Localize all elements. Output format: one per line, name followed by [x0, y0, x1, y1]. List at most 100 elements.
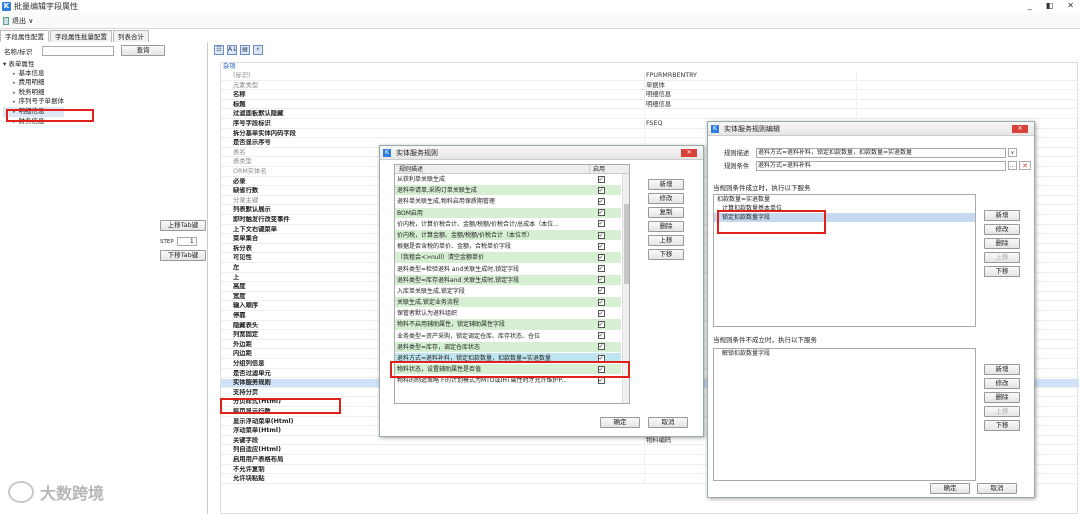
rule-desc-input[interactable]: 退料方式=退料补料，锁定扣款数量，扣款数量=实退数量	[756, 147, 1006, 158]
ok-button[interactable]: 确定	[930, 483, 970, 494]
service-item[interactable]: 解锁扣款数量字段	[714, 349, 975, 358]
chevron-down-icon[interactable]: ∨	[1008, 148, 1017, 157]
enabled-checkbox[interactable]: ✓	[597, 376, 605, 384]
rule-row[interactable]: 物料的制造策略下的计划模式为MTO或IHT属性时才允许维护P... ✓	[395, 375, 621, 387]
rules-scrollbar[interactable]	[622, 174, 629, 403]
close-icon[interactable]: ✕	[681, 149, 697, 157]
maximize-icon[interactable]: ◧	[1046, 1, 1054, 10]
categorized-icon[interactable]: ☷	[214, 45, 224, 55]
property-row[interactable]: 元素类型 单据体	[221, 81, 1079, 91]
clear-icon[interactable]: ✕	[1019, 161, 1031, 170]
enabled-checkbox[interactable]: ✓	[597, 287, 605, 295]
search-input[interactable]	[42, 45, 114, 56]
enabled-checkbox[interactable]: ✓	[597, 354, 605, 362]
enabled-checkbox[interactable]: ✓	[597, 365, 605, 373]
enabled-checkbox[interactable]: ✓	[597, 309, 605, 317]
copy-rule-button[interactable]: 复制	[648, 207, 684, 218]
true-delete-button[interactable]: 删除	[984, 238, 1020, 249]
property-pages-icon[interactable]: ▤	[240, 45, 250, 55]
rule-row[interactable]: 退料单关联生成,物料启用保质期管理 ✓	[395, 196, 621, 208]
service-item[interactable]: 扣款数量=实退数量	[714, 195, 975, 204]
close-icon[interactable]: ✕	[1012, 125, 1028, 133]
events-icon[interactable]: ⚡	[253, 45, 263, 55]
false-down-button[interactable]: 下移	[984, 420, 1020, 431]
enabled-checkbox[interactable]: ✓	[597, 321, 605, 329]
rule-row[interactable]: 关联生成,锁定业务流程 ✓	[395, 297, 621, 309]
search-button[interactable]: 查询	[121, 45, 165, 56]
false-edit-button[interactable]: 修改	[984, 378, 1020, 389]
tree-item[interactable]: 费用明细	[3, 78, 64, 88]
enabled-checkbox[interactable]: ✓	[597, 242, 605, 250]
property-value[interactable]: 单据体	[644, 81, 856, 90]
tree-item[interactable]: 税务明细	[3, 88, 64, 98]
tab-field-config[interactable]: 字段属性配置	[0, 30, 49, 42]
delete-rule-button[interactable]: 删除	[648, 221, 684, 232]
alphabetical-icon[interactable]: A↓	[227, 45, 237, 55]
enabled-checkbox[interactable]: ✓	[597, 343, 605, 351]
enabled-checkbox[interactable]: ✓	[597, 231, 605, 239]
rule-row[interactable]: 退料类型=检验退料 and关联生成时,锁定字段 ✓	[395, 263, 621, 275]
enabled-checkbox[interactable]: ✓	[597, 298, 605, 306]
property-value[interactable]	[644, 110, 856, 119]
rule-row[interactable]: 入库单关联生成,锁定字段 ✓	[395, 285, 621, 298]
rule-row[interactable]: 从获利单关联生成 ✓	[395, 174, 621, 186]
false-delete-button[interactable]: 删除	[984, 392, 1020, 403]
tree-item-selected[interactable]: 明细信息	[3, 106, 65, 117]
rule-row[interactable]: 物料状态，设置辅助属性是否值 ✓	[395, 364, 621, 376]
property-row[interactable]: 过滤面板默认隐藏	[221, 110, 1079, 120]
rule-row[interactable]: （我租会<>null）清空金额单价 ✓	[395, 252, 621, 264]
tree-item[interactable]: 财务信息	[3, 117, 64, 127]
minimize-icon[interactable]: _	[1028, 1, 1032, 10]
true-new-button[interactable]: 新增	[984, 210, 1020, 221]
move-down-button[interactable]: 下移	[648, 249, 684, 260]
enabled-checkbox[interactable]: ✓	[597, 197, 605, 205]
property-value[interactable]: FPURMRBENTRY	[644, 72, 856, 80]
service-item-selected[interactable]: 锁定扣款数量字段	[714, 213, 975, 222]
rule-row[interactable]: 退料方式=退料补料，锁定扣款数量，扣款数量=实退数量 ✓	[395, 353, 621, 365]
enabled-checkbox[interactable]: ✓	[597, 332, 605, 340]
rule-row[interactable]: 退料类型=库存，调定仓库状态 ✓	[395, 341, 621, 353]
rule-row[interactable]: 退料申请单,采购订单关联生成 ✓	[395, 185, 621, 197]
true-edit-button[interactable]: 修改	[984, 224, 1020, 235]
property-row[interactable]: 标题 明细信息	[221, 100, 1079, 110]
property-value[interactable]: 明细信息	[644, 100, 856, 109]
false-up-button[interactable]: 上移	[984, 406, 1020, 417]
rule-row[interactable]: 退料类型=库存退料and 关联生成时,锁定字段 ✓	[395, 274, 621, 286]
ok-button[interactable]: 确定	[600, 417, 640, 428]
rule-row[interactable]: BOM启用 ✓	[395, 207, 621, 219]
move-up-tab-button[interactable]: 上移Tab键	[160, 220, 206, 231]
enabled-checkbox[interactable]: ✓	[597, 209, 605, 217]
cancel-button[interactable]: 取消	[977, 483, 1017, 494]
tree-root[interactable]: ▾ 表单属性	[3, 60, 64, 69]
move-up-button[interactable]: 上移	[648, 235, 684, 246]
new-rule-button[interactable]: 新增	[648, 179, 684, 190]
true-down-button[interactable]: 下移	[984, 266, 1020, 277]
tree-item[interactable]: 序列号子单据体	[3, 97, 65, 107]
enabled-checkbox[interactable]: ✓	[597, 186, 605, 194]
exit-button[interactable]: 退出 ∨	[3, 16, 33, 26]
move-down-tab-button[interactable]: 下移Tab键	[160, 250, 206, 261]
enabled-checkbox[interactable]: ✓	[597, 175, 605, 183]
property-row[interactable]: 名称 明细信息	[221, 91, 1079, 100]
rule-row[interactable]: 价内税，计算价税合计、金额/税额/价税合计/总成本（本位... ✓	[395, 218, 621, 230]
close-icon[interactable]: ✕	[1067, 1, 1074, 10]
enabled-checkbox[interactable]: ✓	[597, 220, 605, 228]
tab-list-total[interactable]: 列表合计	[113, 30, 149, 42]
property-value[interactable]: 明细信息	[644, 91, 856, 99]
enabled-checkbox[interactable]: ✓	[597, 276, 605, 284]
rule-row[interactable]: 物料不启用辅助属性，锁定辅助属性字段 ✓	[395, 319, 621, 331]
more-icon[interactable]: …	[1008, 161, 1017, 170]
tab-batch-config[interactable]: 字段属性批量配置	[50, 30, 112, 42]
property-row[interactable]: (标识) FPURMRBENTRY	[221, 72, 1079, 81]
rule-row[interactable]: 价内税，计算金额、金额/税额/价税合计（本位币） ✓	[395, 229, 621, 242]
edit-rule-button[interactable]: 修改	[648, 193, 684, 204]
enabled-checkbox[interactable]: ✓	[597, 265, 605, 273]
rule-row[interactable]: 根据是否含税的单价、金额，合税单价字段 ✓	[395, 241, 621, 253]
step-input[interactable]: 1	[176, 237, 197, 246]
rule-row[interactable]: 业务类型=资产采购，锁定调定仓库、库存状态、仓位 ✓	[395, 330, 621, 342]
tree-item[interactable]: 基本信息	[3, 69, 64, 79]
enabled-checkbox[interactable]: ✓	[597, 253, 605, 261]
rule-cond-input[interactable]: 退料方式=退料补料	[756, 160, 1006, 171]
true-up-button[interactable]: 上移	[984, 252, 1020, 263]
service-item[interactable]: 计算扣款数量基本单位	[714, 204, 975, 213]
